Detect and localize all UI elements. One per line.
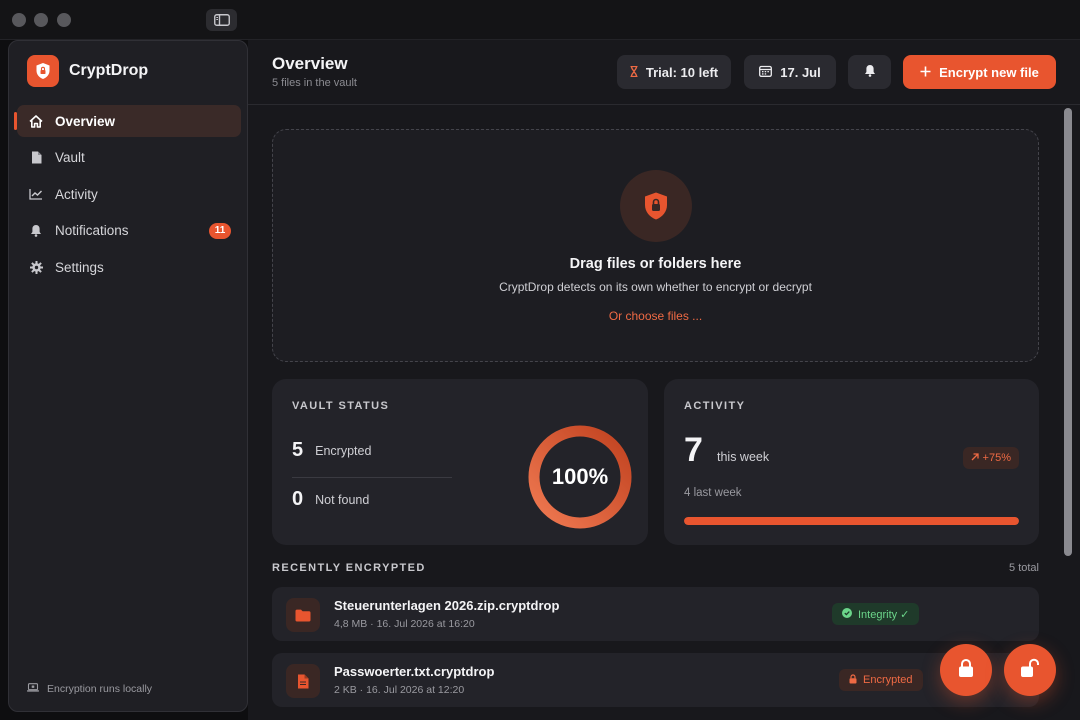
bell-icon [29, 224, 43, 238]
gear-icon [29, 260, 43, 274]
page-title: Overview [272, 54, 348, 73]
lock-icon [849, 673, 857, 687]
sidebar-icon [213, 14, 230, 26]
sidebar-toggle-button[interactable] [206, 9, 237, 31]
lock-fab-button[interactable] [940, 644, 992, 696]
dropzone-subtitle: CryptDrop detects on its own whether to … [499, 280, 812, 294]
document-icon [286, 664, 320, 698]
notifications-button[interactable] [848, 55, 891, 89]
file-name: Passwoerter.txt.cryptdrop [334, 664, 495, 679]
file-name: Steuerunterlagen 2026.zip.cryptdrop [334, 598, 560, 613]
sidebar-item-settings[interactable]: Settings [17, 251, 241, 283]
sidebar-item-label: Notifications [55, 223, 129, 238]
sidebar-item-label: Vault [55, 150, 85, 165]
activity-change-badge: +75% [962, 447, 1019, 469]
sidebar-footer: Encryption runs locally [27, 683, 152, 695]
trial-label: Trial: 10 left [645, 64, 719, 80]
folder-icon [286, 598, 320, 632]
not-found-label: Not found [315, 492, 370, 507]
recent-total-count: 5 total [1009, 562, 1039, 574]
file-dropzone[interactable]: Drag files or folders here CryptDrop det… [272, 129, 1039, 362]
brand: CryptDrop [27, 55, 148, 87]
sidebar-item-notifications[interactable]: Notifications 11 [17, 215, 241, 247]
unlock-icon [1020, 658, 1040, 683]
date-button[interactable]: 17. Jul [744, 55, 836, 89]
encrypted-stat: 5 Encrypted [292, 439, 371, 462]
stat-divider [292, 477, 452, 478]
activity-progress-fill [684, 517, 1019, 525]
shield-lock-icon [27, 55, 59, 87]
app-name: CryptDrop [69, 62, 149, 79]
zoom-window-button[interactable] [57, 13, 71, 27]
laptop-icon [27, 683, 39, 695]
donut-percent-label: 100% [551, 464, 609, 489]
check-circle-icon [842, 607, 852, 621]
file-row[interactable]: Passwoerter.txt.cryptdrop 2 KB · 16. Jul… [272, 653, 1039, 707]
encrypt-new-file-label: Encrypt new file [939, 64, 1039, 80]
encrypted-count: 5 [292, 439, 304, 461]
activity-last-week: 4 last week [684, 487, 742, 499]
file-meta: 2 KB · 16. Jul 2026 at 12:20 [334, 684, 465, 696]
sidebar: CryptDrop Overview Vault Activity Notifi… [8, 40, 248, 712]
page-subtitle: 5 files in the vault [272, 77, 357, 89]
title-bar [0, 0, 1080, 40]
activity-count-label: this week [717, 450, 770, 464]
chart-icon [29, 187, 43, 201]
vault-status-card: VAULT STATUS 5 Encrypted 0 Not found 100… [272, 379, 648, 545]
home-icon [29, 114, 43, 128]
scrollbar[interactable] [1064, 108, 1072, 556]
footer-text: Encryption runs locally [47, 683, 153, 695]
activity-progress-bar [684, 517, 1019, 525]
minimize-window-button[interactable] [34, 13, 48, 27]
unlock-fab-button[interactable] [1004, 644, 1056, 696]
sidebar-item-label: Overview [55, 113, 116, 129]
sidebar-item-overview[interactable]: Overview [14, 105, 241, 137]
activity-count: 7 [684, 431, 703, 469]
shield-lock-icon [620, 170, 692, 242]
recent-section-label: RECENTLY ENCRYPTED [272, 562, 426, 574]
file-icon [29, 151, 43, 165]
sidebar-item-label: Settings [55, 259, 104, 275]
plus-icon [920, 65, 931, 80]
lock-icon [958, 658, 974, 683]
encrypt-new-file-button[interactable]: Encrypt new file [903, 55, 1056, 89]
date-label: 17. Jul [780, 64, 821, 80]
integrity-badge: Integrity ✓ [832, 603, 920, 625]
encrypted-badge-label: Encrypted [863, 674, 913, 686]
dropzone-title: Drag files or folders here [569, 256, 742, 272]
trial-button[interactable]: Trial: 10 left [617, 55, 731, 89]
activity-change-value: +75% [982, 452, 1011, 464]
sidebar-item-vault[interactable]: Vault [17, 142, 241, 174]
vault-status-label: VAULT STATUS [292, 400, 390, 412]
file-row[interactable]: Steuerunterlagen 2026.zip.cryptdrop 4,8 … [272, 587, 1039, 641]
encrypted-label: Encrypted [315, 443, 372, 458]
not-found-stat: 0 Not found [292, 488, 369, 511]
bell-icon [864, 64, 876, 80]
activity-label: ACTIVITY [684, 400, 746, 412]
notifications-count-badge: 11 [209, 222, 231, 239]
integrity-badge-label: Integrity ✓ [858, 608, 910, 621]
main-content: Drag files or folders here CryptDrop det… [248, 105, 1080, 720]
encrypted-badge: Encrypted [839, 669, 923, 691]
hourglass-icon [630, 65, 638, 80]
main-header: Overview 5 files in the vault Trial: 10 … [248, 40, 1080, 105]
not-found-count: 0 [292, 488, 304, 510]
calendar-icon [759, 65, 773, 80]
activity-card: ACTIVITY 7 this week +75% 4 last week [664, 379, 1039, 545]
choose-files-link[interactable]: Or choose files ... [273, 309, 1038, 323]
sidebar-item-label: Activity [55, 186, 98, 202]
trend-up-icon [971, 452, 979, 464]
file-meta: 4,8 MB · 16. Jul 2026 at 16:20 [334, 618, 475, 630]
close-window-button[interactable] [12, 13, 26, 27]
sidebar-nav: Overview Vault Activity Notifications 11 [14, 105, 241, 288]
sidebar-item-activity[interactable]: Activity [17, 178, 241, 210]
